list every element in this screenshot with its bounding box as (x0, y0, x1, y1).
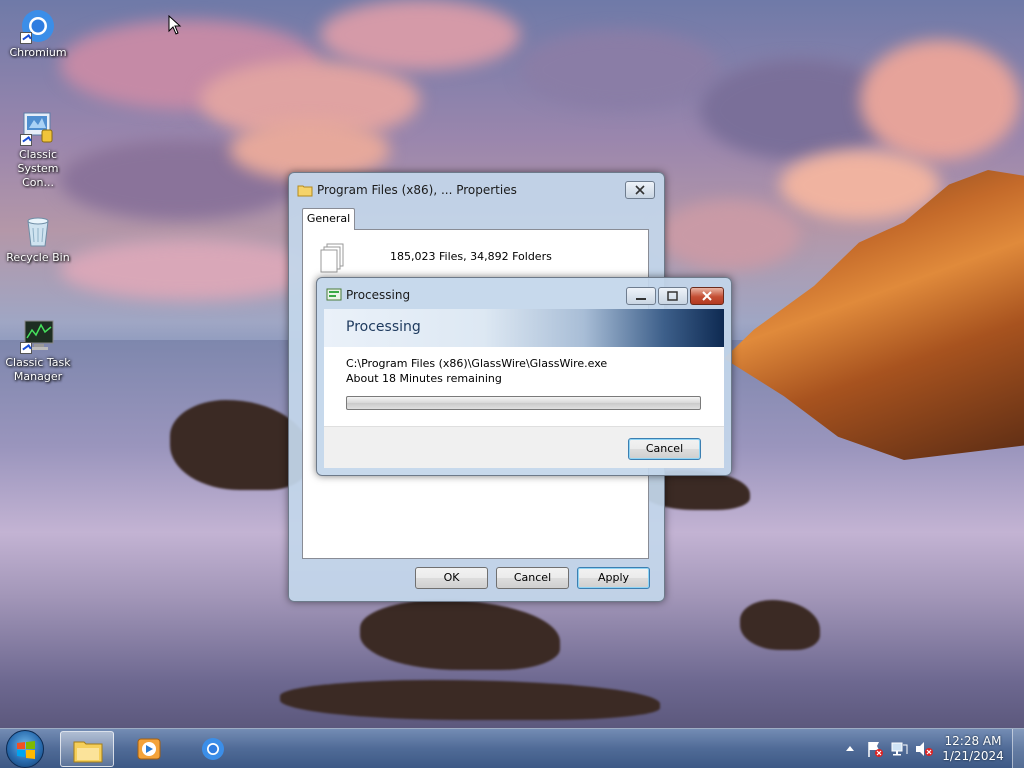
task-manager-icon (20, 318, 56, 354)
clock-time: 12:28 AM (944, 734, 1002, 748)
dialog-title: Processing (346, 288, 411, 302)
processing-footer: Cancel (324, 426, 724, 468)
shortcut-arrow-icon (20, 134, 32, 146)
media-player-icon (137, 738, 161, 760)
volume-muted-icon[interactable] (914, 740, 934, 758)
minimize-icon (636, 298, 646, 300)
taskbar: 12:28 AM 1/21/2024 (0, 728, 1024, 768)
maximize-icon (667, 291, 678, 301)
start-button[interactable] (6, 730, 44, 768)
mouse-cursor-icon (168, 15, 182, 35)
tab-general[interactable]: General (302, 208, 355, 230)
ok-button[interactable]: OK (415, 567, 488, 589)
taskbar-media-player-button[interactable] (122, 731, 176, 767)
dialog-close-button[interactable] (690, 287, 724, 305)
desktop-icon-label: Chromium (9, 46, 67, 59)
close-button[interactable] (625, 181, 655, 199)
window-title: Program Files (x86), ... Properties (317, 183, 517, 197)
processing-cancel-button[interactable]: Cancel (628, 438, 701, 460)
desktop-icon-classic-system-control[interactable]: Classic System Con... (0, 110, 76, 190)
action-center-icon[interactable] (866, 740, 884, 758)
clock-date: 1/21/2024 (942, 749, 1004, 763)
files-folders-count: 185,023 Files, 34,892 Folders (390, 250, 552, 263)
progress-bar (346, 396, 701, 410)
processing-app-icon (326, 288, 342, 301)
taskbar-explorer-button[interactable] (60, 731, 114, 767)
desktop-icon-classic-task-manager[interactable]: Classic Task Manager (0, 318, 76, 384)
processing-header-band: Processing (324, 309, 724, 347)
multiple-files-icon (320, 243, 344, 273)
show-desktop-button[interactable] (1012, 729, 1024, 768)
windows-logo-icon (17, 741, 35, 759)
desktop-icon-recycle-bin[interactable]: Recycle Bin (0, 213, 76, 265)
close-icon (635, 185, 645, 195)
minimize-button[interactable] (626, 287, 656, 305)
show-hidden-icons-icon[interactable] (845, 744, 855, 752)
network-icon[interactable] (890, 740, 908, 758)
chromium-icon (20, 8, 56, 44)
close-icon (702, 291, 712, 301)
shortcut-arrow-icon (20, 342, 32, 354)
shortcut-arrow-icon (20, 32, 32, 44)
desktop-icon-label: Classic Task Manager (5, 356, 71, 383)
cancel-button[interactable]: Cancel (496, 567, 569, 589)
chromium-icon (202, 738, 224, 760)
control-panel-icon (20, 110, 56, 146)
apply-button[interactable]: Apply (577, 567, 650, 589)
processing-dialog[interactable]: Processing Processing C:\Program Files (… (316, 277, 732, 476)
desktop-icon-label: Classic System Con... (17, 148, 59, 189)
system-clock[interactable]: 12:28 AM 1/21/2024 (938, 734, 1008, 764)
current-file-path: C:\Program Files (x86)\GlassWire\GlassWi… (346, 357, 608, 370)
folder-icon (297, 185, 313, 197)
file-explorer-icon (73, 741, 103, 763)
maximize-button[interactable] (658, 287, 688, 305)
time-remaining: About 18 Minutes remaining (346, 372, 502, 385)
processing-body: C:\Program Files (x86)\GlassWire\GlassWi… (324, 347, 724, 426)
desktop-icon-label: Recycle Bin (6, 251, 70, 264)
desktop-icon-chromium[interactable]: Chromium (0, 8, 76, 60)
taskbar-chromium-button[interactable] (186, 731, 240, 767)
processing-heading: Processing (346, 319, 421, 335)
recycle-bin-icon (20, 213, 56, 249)
